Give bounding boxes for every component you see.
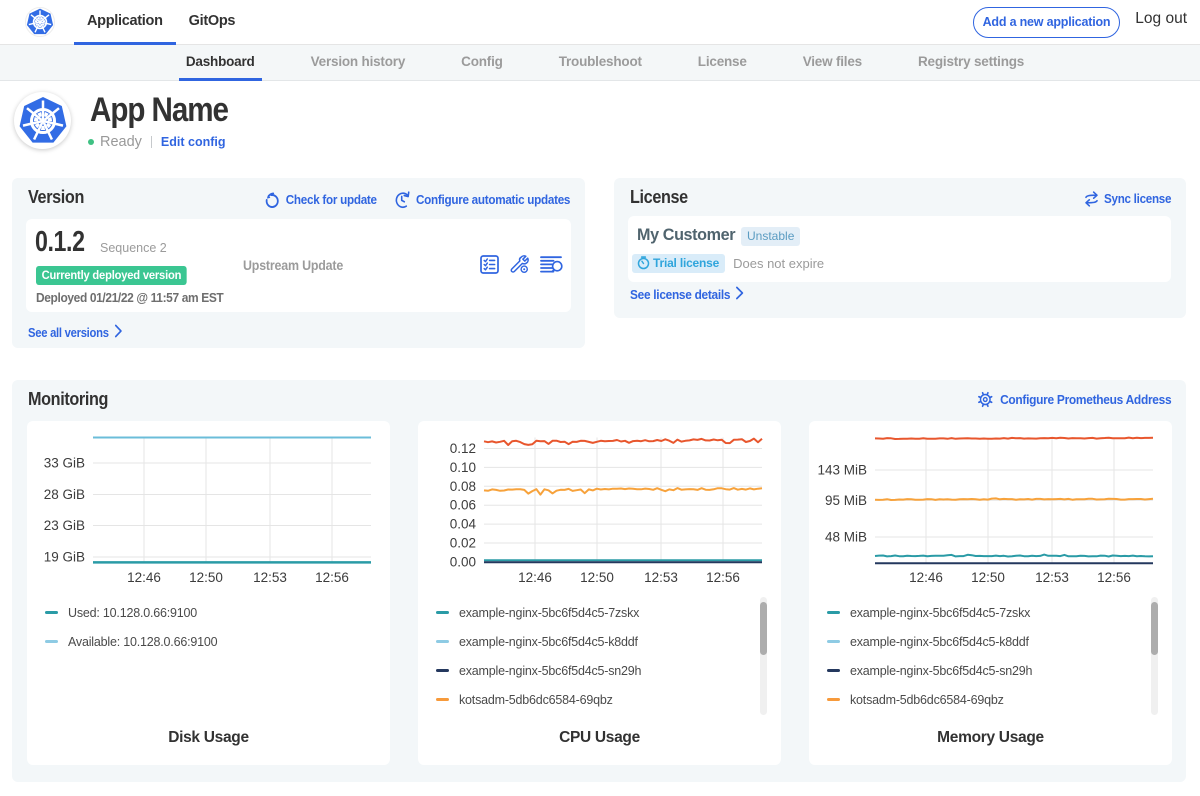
svg-text:0.12: 0.12 [450, 441, 476, 456]
svg-text:12:46: 12:46 [127, 570, 161, 585]
svg-text:12:56: 12:56 [1097, 570, 1131, 585]
svg-text:48 MiB: 48 MiB [825, 530, 867, 545]
svg-text:12:56: 12:56 [315, 570, 349, 585]
svg-text:0.10: 0.10 [450, 460, 476, 475]
svg-text:12:56: 12:56 [706, 570, 740, 585]
svg-text:12:53: 12:53 [644, 570, 678, 585]
svg-text:0.02: 0.02 [450, 536, 476, 551]
svg-text:12:53: 12:53 [1035, 570, 1069, 585]
svg-text:12:46: 12:46 [909, 570, 943, 585]
svg-text:19 GiB: 19 GiB [44, 550, 85, 565]
svg-text:33 GiB: 33 GiB [44, 456, 85, 471]
svg-text:0.04: 0.04 [450, 517, 477, 532]
svg-text:12:50: 12:50 [971, 570, 1005, 585]
svg-text:0.06: 0.06 [450, 498, 476, 513]
svg-text:12:50: 12:50 [189, 570, 223, 585]
svg-text:23 GiB: 23 GiB [44, 518, 85, 533]
svg-text:12:53: 12:53 [253, 570, 287, 585]
svg-text:0.08: 0.08 [450, 479, 476, 494]
svg-text:95 MiB: 95 MiB [825, 493, 867, 508]
svg-text:0.00: 0.00 [450, 554, 476, 569]
svg-text:28 GiB: 28 GiB [44, 487, 85, 502]
svg-text:143 MiB: 143 MiB [817, 463, 867, 478]
svg-text:12:46: 12:46 [518, 570, 552, 585]
svg-text:12:50: 12:50 [580, 570, 614, 585]
